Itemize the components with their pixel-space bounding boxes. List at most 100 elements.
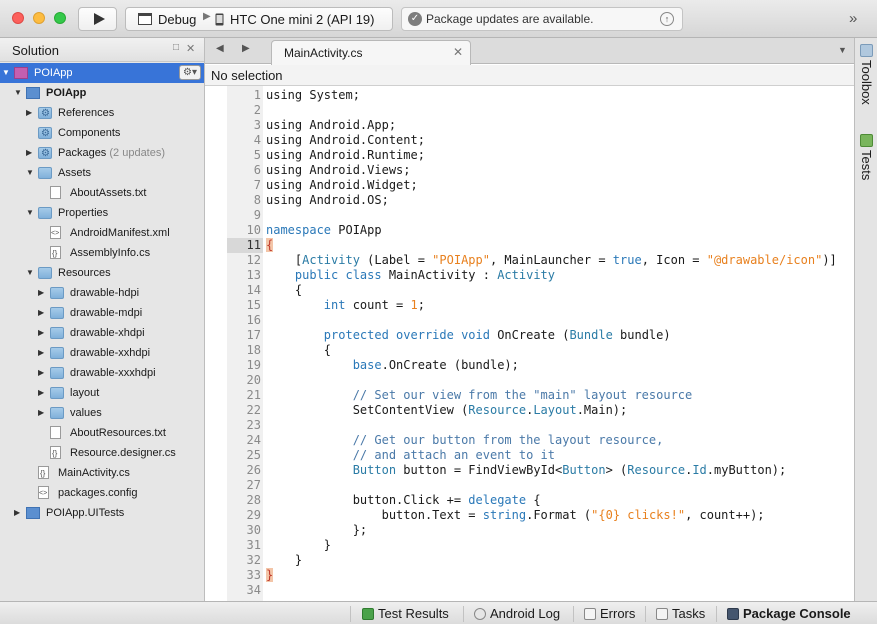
tree-item[interactable]: ▶ References bbox=[0, 103, 204, 124]
tree-item[interactable]: ▶ drawable-xhdpi bbox=[0, 323, 204, 343]
editor-tab-label[interactable]: MainActivity.cs bbox=[284, 46, 362, 60]
tree-item[interactable]: AndroidManifest.xml bbox=[0, 223, 204, 244]
navigate-back-icon[interactable]: ◀ bbox=[216, 43, 224, 54]
tree-item[interactable]: ▶ drawable-xxxhdpi bbox=[0, 363, 204, 383]
tree-item[interactable]: ▼ Assets bbox=[0, 163, 204, 183]
code-line[interactable]: 12 [Activity (Label = "POIApp", MainLaun… bbox=[205, 253, 854, 268]
code-line[interactable]: 21 // Set our view from the "main" layou… bbox=[205, 388, 854, 403]
disclosure-closed-icon[interactable]: ▶ bbox=[38, 323, 48, 343]
disclosure-open-icon[interactable]: ▼ bbox=[26, 263, 36, 283]
unit-tests-tab-label[interactable]: Unit Tests bbox=[859, 150, 877, 180]
code-line[interactable]: 1 using System; bbox=[205, 88, 854, 103]
code-line[interactable]: 11{ bbox=[205, 238, 854, 253]
code-line[interactable]: 18 { bbox=[205, 343, 854, 358]
pad-close-icon[interactable]: ✕ bbox=[186, 42, 195, 55]
tree-item[interactable]: Resource.designer.cs bbox=[0, 443, 204, 464]
tree-item[interactable]: Components bbox=[0, 123, 204, 144]
tree-item[interactable]: AboutAssets.txt bbox=[0, 183, 204, 203]
code-line[interactable]: 9 bbox=[205, 208, 854, 223]
package-console-button[interactable]: Package Console bbox=[727, 605, 851, 623]
code-line[interactable]: 19 base.OnCreate (bundle); bbox=[205, 358, 854, 373]
window-minimize-button[interactable] bbox=[33, 12, 45, 24]
run-configuration-selector[interactable]: Debug ▶ HTC One mini 2 (API 19) bbox=[125, 7, 393, 31]
disclosure-closed-icon[interactable]: ▶ bbox=[38, 283, 48, 303]
navigate-forward-icon[interactable]: ▶ bbox=[242, 43, 250, 54]
code-line[interactable]: 31 } bbox=[205, 538, 854, 553]
code-line[interactable]: 29 button.Text = string.Format ("{0} cli… bbox=[205, 508, 854, 523]
tree-item[interactable]: ▶ Packages (2 updates) bbox=[0, 143, 204, 164]
run-button[interactable] bbox=[78, 7, 117, 31]
tree-item[interactable]: ▼ POIApp ⚙▾ bbox=[0, 63, 204, 83]
code-line[interactable]: 27 bbox=[205, 478, 854, 493]
test-results-button[interactable]: Test Results bbox=[362, 605, 449, 623]
code-line[interactable]: 34 bbox=[205, 583, 854, 598]
disclosure-closed-icon[interactable]: ▶ bbox=[38, 403, 48, 423]
window-close-button[interactable] bbox=[12, 12, 24, 24]
editor-tab[interactable]: MainActivity.cs ✕ bbox=[271, 40, 471, 65]
tree-item[interactable]: ▶ layout bbox=[0, 383, 204, 403]
code-line[interactable]: 2 bbox=[205, 103, 854, 118]
code-line[interactable]: 33} bbox=[205, 568, 854, 583]
tree-item[interactable]: ▶ drawable-hdpi bbox=[0, 283, 204, 303]
code-line[interactable]: 26 Button button = FindViewById<Button> … bbox=[205, 463, 854, 478]
tree-item[interactable]: ▶ drawable-mdpi bbox=[0, 303, 204, 323]
code-line[interactable]: 8 using Android.OS; bbox=[205, 193, 854, 208]
disclosure-closed-icon[interactable]: ▶ bbox=[38, 343, 48, 363]
code-line[interactable]: 4 using Android.Content; bbox=[205, 133, 854, 148]
tree-item[interactable]: ▶ POIApp.UITests bbox=[0, 503, 204, 523]
tree-item[interactable]: ▼ Resources bbox=[0, 263, 204, 283]
code-line[interactable]: 23 bbox=[205, 418, 854, 433]
android-log-button[interactable]: Android Log bbox=[474, 605, 560, 623]
tree-item[interactable]: ▶ drawable-xxhdpi bbox=[0, 343, 204, 363]
tree-item[interactable]: packages.config bbox=[0, 483, 204, 504]
disclosure-open-icon[interactable]: ▼ bbox=[14, 83, 24, 103]
disclosure-open-icon[interactable]: ▼ bbox=[26, 203, 36, 223]
arrow-up-icon[interactable]: ↑ bbox=[660, 12, 674, 26]
disclosure-closed-icon[interactable]: ▶ bbox=[38, 383, 48, 403]
close-icon[interactable]: ✕ bbox=[453, 45, 463, 59]
tree-item[interactable]: ▼ POIApp bbox=[0, 83, 204, 103]
disclosure-closed-icon[interactable]: ▶ bbox=[14, 503, 24, 523]
toolbox-tab-label[interactable]: Toolbox bbox=[859, 60, 874, 105]
code-line[interactable]: 20 bbox=[205, 373, 854, 388]
disclosure-closed-icon[interactable]: ▶ bbox=[26, 143, 36, 163]
toolbar-overflow-icon[interactable]: » bbox=[849, 10, 858, 27]
play-icon bbox=[94, 13, 105, 25]
tree-item[interactable]: AboutResources.txt bbox=[0, 423, 204, 443]
code-line[interactable]: 17 protected override void OnCreate (Bun… bbox=[205, 328, 854, 343]
build-configuration-label[interactable]: Debug bbox=[158, 12, 196, 27]
solution-options-gear-icon[interactable]: ⚙▾ bbox=[179, 65, 201, 80]
code-line[interactable]: 10 namespace POIApp bbox=[205, 223, 854, 238]
code-line[interactable]: 3 using Android.App; bbox=[205, 118, 854, 133]
disclosure-closed-icon[interactable]: ▶ bbox=[38, 303, 48, 323]
code-line[interactable]: 32 } bbox=[205, 553, 854, 568]
errors-button[interactable]: Errors bbox=[584, 605, 635, 623]
code-line[interactable]: 15 int count = 1; bbox=[205, 298, 854, 313]
code-line[interactable]: 7 using Android.Widget; bbox=[205, 178, 854, 193]
code-line[interactable]: 30 }; bbox=[205, 523, 854, 538]
tasks-button[interactable]: Tasks bbox=[656, 605, 705, 623]
code-line[interactable]: 13 public class MainActivity : Activity bbox=[205, 268, 854, 283]
target-device-label[interactable]: HTC One mini 2 (API 19) bbox=[230, 12, 375, 27]
code-line[interactable]: 25 // and attach an event to it bbox=[205, 448, 854, 463]
chevron-down-icon[interactable]: ▼ bbox=[838, 45, 847, 55]
code-text: using Android.Views; bbox=[266, 163, 411, 178]
disclosure-open-icon[interactable]: ▼ bbox=[26, 163, 36, 183]
code-line[interactable]: 28 button.Click += delegate { bbox=[205, 493, 854, 508]
tree-item[interactable]: ▶ values bbox=[0, 403, 204, 423]
disclosure-closed-icon[interactable]: ▶ bbox=[38, 363, 48, 383]
disclosure-closed-icon[interactable]: ▶ bbox=[26, 103, 36, 123]
code-text-area[interactable]: 1 using System; 2 3 using Android.App; 4 using… bbox=[205, 86, 854, 601]
code-line[interactable]: 24 // Get our button from the layout res… bbox=[205, 433, 854, 448]
code-line[interactable]: 14 { bbox=[205, 283, 854, 298]
code-line[interactable]: 6 using Android.Views; bbox=[205, 163, 854, 178]
tree-item[interactable]: AssemblyInfo.cs bbox=[0, 243, 204, 264]
window-maximize-button[interactable] bbox=[54, 12, 66, 24]
code-line[interactable]: 22 SetContentView (Resource.Layout.Main)… bbox=[205, 403, 854, 418]
disclosure-open-icon[interactable]: ▼ bbox=[2, 63, 12, 83]
tree-item[interactable]: ▼ Properties bbox=[0, 203, 204, 223]
tree-item[interactable]: MainActivity.cs bbox=[0, 463, 204, 484]
pad-minimize-icon[interactable]: □ bbox=[173, 42, 179, 53]
code-line[interactable]: 16 bbox=[205, 313, 854, 328]
code-line[interactable]: 5 using Android.Runtime; bbox=[205, 148, 854, 163]
